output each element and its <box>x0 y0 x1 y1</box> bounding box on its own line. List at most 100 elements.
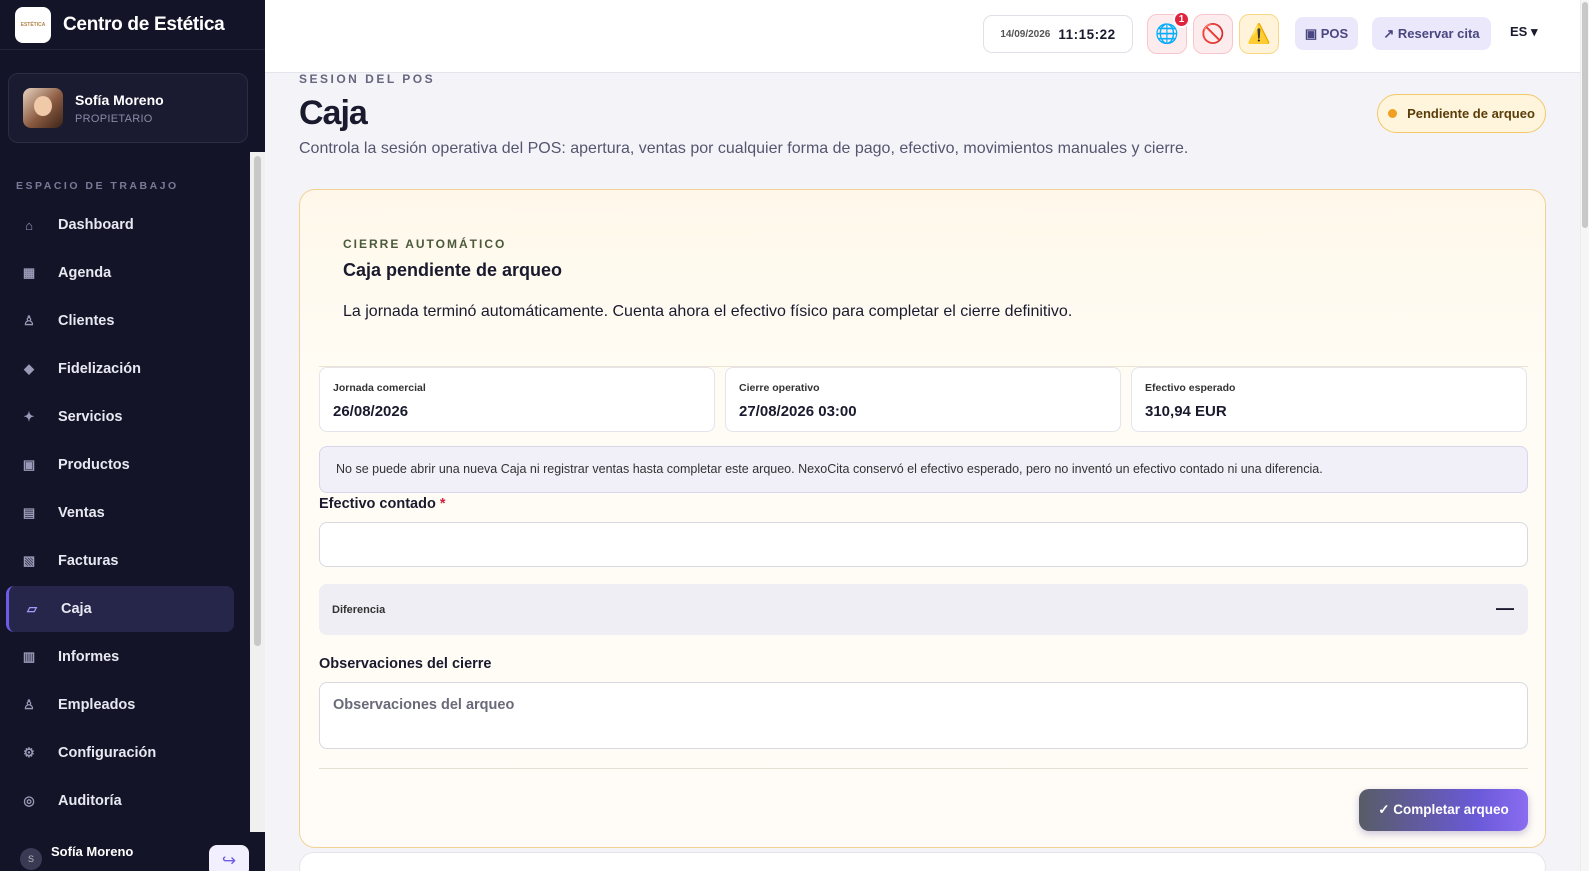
sidebar-item-label: Configuración <box>58 745 157 761</box>
sidebar-item-label: Facturas <box>58 553 119 569</box>
sidebar-item-fidelizacion[interactable]: ◆ Fidelización <box>6 346 234 392</box>
user-icon: ♙ <box>23 313 35 328</box>
difference-row: Diferencia — <box>319 584 1528 635</box>
sidebar-item-label: Agenda <box>58 265 112 281</box>
list-icon: ▤ <box>22 505 36 520</box>
sidebar-item-informes[interactable]: ▥ Informes <box>6 634 234 680</box>
footer-user-name: Sofía Moreno <box>51 844 134 859</box>
difference-value: — <box>1496 598 1514 618</box>
online-status-button[interactable]: 🌐 1 <box>1147 11 1190 54</box>
card-description: La jornada terminó automáticamente. Cuen… <box>343 303 1073 320</box>
profile-card[interactable]: Sofía Moreno PROPIETARIO <box>8 73 248 143</box>
page-title: Caja <box>299 94 368 132</box>
metric-label: Efectivo esperado <box>1145 382 1236 394</box>
observations-label: Observaciones del cierre <box>319 656 492 672</box>
difference-label: Diferencia <box>332 604 386 616</box>
metric-expected-cash: Efectivo esperado 310,94 EUR <box>1131 367 1527 432</box>
logout-button[interactable]: ↪ <box>209 845 249 871</box>
cash-register-icon: ▱ <box>27 601 37 616</box>
status-badge-label: Pendiente de arqueo <box>1407 106 1535 121</box>
topbar: 14/09/2026 11:15:22 🌐 1 🚫 ⚠️ ▣ POS ↗ Res… <box>265 0 1580 73</box>
language-selector[interactable]: ES ▾ <box>1510 24 1537 40</box>
counted-cash-label-text: Efectivo contado <box>319 496 436 512</box>
warning-icon: ⚠️ <box>1247 24 1271 45</box>
report-icon: ▥ <box>22 649 36 664</box>
sidebar-item-label: Servicios <box>58 409 123 425</box>
sidebar-item-facturas[interactable]: ▧ Facturas <box>6 538 234 584</box>
sidebar: ESTÉTICA Centro de Estética Sofía Moreno… <box>0 0 265 871</box>
block-icon: 🚫 <box>1201 24 1225 45</box>
warning-status-button[interactable]: ⚠️ <box>1239 14 1279 54</box>
sidebar-item-configuracion[interactable]: ⚙ Configuración <box>6 730 234 776</box>
sidebar-item-label: Dashboard <box>58 217 134 233</box>
next-card <box>299 852 1546 871</box>
calendar-icon: ▦ <box>22 265 36 280</box>
notification-badge: 1 <box>1173 11 1190 28</box>
audit-icon: ◎ <box>23 793 35 808</box>
status-dot-icon <box>1388 109 1398 118</box>
footer-avatar: S <box>20 847 42 870</box>
sparkle-icon: ✦ <box>23 409 35 424</box>
brand: ESTÉTICA Centro de Estética <box>0 0 265 50</box>
required-mark: * <box>439 496 446 512</box>
employees-icon: ♙ <box>23 697 35 712</box>
profile-role: PROPIETARIO <box>75 112 153 125</box>
brand-name: Centro de Estética <box>63 13 225 35</box>
current-date: 14/09/2026 <box>1000 28 1051 40</box>
divider <box>319 768 1528 769</box>
page-scrollbar[interactable] <box>1580 0 1589 871</box>
metric-value: 310,94 EUR <box>1145 403 1227 420</box>
metric-label: Cierre operativo <box>739 382 820 394</box>
sidebar-scrollbar-thumb[interactable] <box>254 156 261 646</box>
metric-operational-close: Cierre operativo 27/08/2026 03:00 <box>725 367 1121 432</box>
current-time: 11:15:22 <box>1058 26 1116 42</box>
page-scrollbar-thumb[interactable] <box>1582 2 1588 228</box>
sidebar-item-caja[interactable]: ▱ Caja <box>6 586 234 632</box>
status-badge: Pendiente de arqueo <box>1377 94 1546 133</box>
counted-cash-input[interactable] <box>319 522 1528 567</box>
gear-icon: ⚙ <box>23 745 35 760</box>
page-subtitle: Controla la sesión operativa del POS: ap… <box>299 140 1189 157</box>
sidebar-item-agenda[interactable]: ▦ Agenda <box>6 250 234 296</box>
sidebar-item-servicios[interactable]: ✦ Servicios <box>6 394 234 440</box>
sidebar-item-label: Auditoría <box>58 793 122 809</box>
blocked-status-button[interactable]: 🚫 <box>1193 14 1233 54</box>
invoice-icon: ▧ <box>22 553 36 568</box>
sidebar-item-ventas[interactable]: ▤ Ventas <box>6 490 234 536</box>
sidebar-item-productos[interactable]: ▣ Productos <box>6 442 234 488</box>
sidebar-item-label: Informes <box>58 649 120 665</box>
metric-value: 27/08/2026 03:00 <box>739 403 857 420</box>
closing-notice: No se puede abrir una nueva Caja ni regi… <box>319 446 1528 493</box>
card-title: Caja pendiente de arqueo <box>343 260 563 280</box>
logout-icon: ↪ <box>221 851 237 870</box>
observations-textarea[interactable]: Observaciones del arqueo <box>319 682 1528 749</box>
counted-cash-label: Efectivo contado * <box>319 496 446 512</box>
pos-button[interactable]: ▣ POS <box>1295 17 1358 50</box>
sidebar-item-label: Clientes <box>58 313 115 329</box>
sidebar-item-label: Ventas <box>58 505 105 521</box>
book-appointment-button[interactable]: ↗ Reservar cita <box>1372 17 1491 50</box>
home-icon: ⌂ <box>25 217 33 233</box>
sidebar-item-empleados[interactable]: ♙ Empleados <box>6 682 234 728</box>
pending-closing-card: CIERRE AUTOMÁTICO Caja pendiente de arqu… <box>299 189 1546 848</box>
card-eyebrow: CIERRE AUTOMÁTICO <box>343 237 507 251</box>
avatar <box>23 88 63 128</box>
workspace-section-label: ESPACIO DE TRABAJO <box>16 180 179 192</box>
brand-logo[interactable]: ESTÉTICA <box>15 6 51 43</box>
page-eyebrow: SESION DEL POS <box>299 72 436 86</box>
sidebar-item-clientes[interactable]: ♙ Clientes <box>6 298 234 344</box>
datetime-display: 14/09/2026 11:15:22 <box>983 15 1133 53</box>
complete-closing-button[interactable]: ✓ Completar arqueo <box>1359 789 1528 831</box>
sidebar-nav: ⌂ Dashboard ▦ Agenda ♙ Clientes ◆ Fideli… <box>0 202 250 826</box>
metric-value: 26/08/2026 <box>333 403 409 420</box>
metric-business-day: Jornada comercial 26/08/2026 <box>319 367 715 432</box>
sidebar-item-label: Productos <box>58 457 130 473</box>
sidebar-item-label: Caja <box>61 601 92 617</box>
sidebar-scrollbar[interactable] <box>250 152 265 832</box>
box-icon: ▣ <box>22 457 36 472</box>
metric-label: Jornada comercial <box>333 382 426 394</box>
sidebar-item-label: Fidelización <box>58 361 141 377</box>
sidebar-item-auditoria[interactable]: ◎ Auditoría <box>6 778 234 824</box>
sidebar-item-dashboard[interactable]: ⌂ Dashboard <box>6 202 234 248</box>
sidebar-item-label: Empleados <box>58 697 136 713</box>
